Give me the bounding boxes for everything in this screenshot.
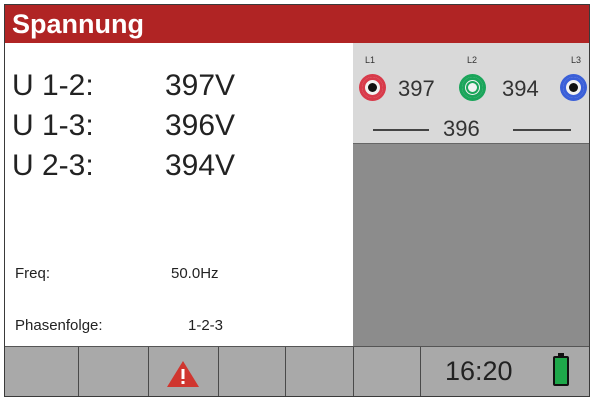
- softkey-6[interactable]: [354, 347, 421, 396]
- softkey-1[interactable]: [5, 347, 79, 396]
- divider-line-right: [513, 129, 571, 131]
- terminal-l3-icon: [560, 74, 587, 101]
- voltage-l2-l3: 394: [502, 76, 539, 101]
- clock: 16:20: [445, 356, 513, 386]
- battery-full-icon: [553, 353, 569, 386]
- phase-sequence-label: Phasenfolge:: [15, 317, 103, 334]
- terminal-dot: [569, 83, 578, 92]
- terminal-l2-icon: [459, 74, 486, 101]
- softkey-bar: 16:20: [5, 346, 589, 396]
- battery-nub: [558, 353, 564, 356]
- phase-label-l3: L3: [571, 55, 582, 65]
- reading-value: 394V: [165, 149, 236, 182]
- voltage-readings: U 1-2: 397V U 1-3: 396V U 2-3: 394V Freq…: [5, 43, 353, 346]
- softkey-4[interactable]: [219, 347, 286, 396]
- voltage-l1-l3: 396: [443, 116, 480, 141]
- divider-line-left: [373, 129, 429, 131]
- reading-label: U 2-3:: [12, 149, 94, 182]
- softkey-2[interactable]: [79, 347, 149, 396]
- page-title: Spannung: [5, 5, 589, 43]
- softkey-3[interactable]: [149, 347, 219, 396]
- warning-triangle-icon: [167, 361, 199, 387]
- phase-diagram: L1 L2 L3 397 394 396: [353, 43, 589, 144]
- voltage-l1-l2: 397: [398, 76, 435, 101]
- softkey-5[interactable]: [286, 347, 354, 396]
- phase-panel: L1 L2 L3 397 394 396: [353, 43, 589, 346]
- phase-label-l2: L2: [467, 55, 478, 65]
- terminal-dot: [368, 83, 377, 92]
- reading-value: 396V: [165, 109, 236, 142]
- phase-label-l1: L1: [365, 55, 376, 65]
- phase-sequence-value: 1-2-3: [188, 317, 224, 334]
- frequency-label: Freq:: [15, 265, 51, 282]
- terminal-l1-icon: [359, 74, 386, 101]
- reading-value: 397V: [165, 69, 236, 102]
- reading-label: U 1-2:: [12, 69, 94, 102]
- frequency-value: 50.0Hz: [171, 265, 219, 282]
- reading-label: U 1-3:: [12, 109, 94, 142]
- terminal-dot: [466, 81, 479, 94]
- screen: Spannung U 1-2: 397V U 1-3: 396V U 2-3: …: [4, 4, 590, 397]
